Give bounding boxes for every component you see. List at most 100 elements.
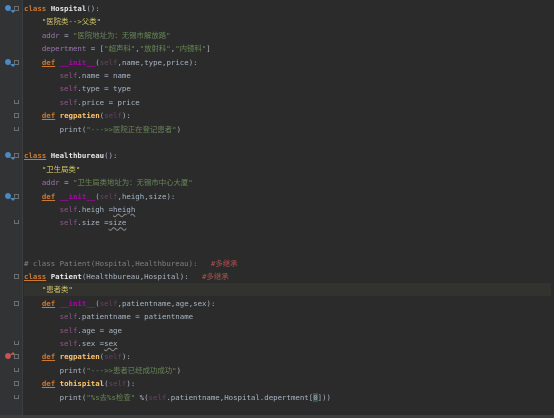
- code-line[interactable]: print("--->>医院正在登记患者"): [24, 123, 554, 136]
- code-line[interactable]: [24, 243, 554, 256]
- fold-end-icon[interactable]: [14, 126, 19, 131]
- code-line[interactable]: self.type = type: [24, 82, 554, 95]
- code-token: self: [59, 325, 78, 335]
- code-token: .patientname = patientname: [77, 312, 194, 322]
- code-line[interactable]: depertment = ["超声科","放射科","内镜科"]: [24, 42, 554, 55]
- fold-start-icon[interactable]: [14, 6, 19, 11]
- code-token: ,patientname,age,sex):: [117, 298, 216, 308]
- code-line[interactable]: def __init__(self,name,type,price):: [24, 56, 554, 69]
- code-line[interactable]: self.patientname = patientname: [24, 310, 554, 323]
- code-token: "放射科": [139, 44, 171, 54]
- code-line[interactable]: "医院类-->父类": [24, 15, 554, 28]
- overrides-method-icon[interactable]: [5, 352, 16, 362]
- code-line[interactable]: self.name = name: [24, 69, 554, 82]
- code-line[interactable]: class Hospital():: [24, 2, 554, 15]
- overridden-method-icon[interactable]: [5, 152, 16, 161]
- code-token: self: [104, 111, 122, 121]
- code-token: heigh: [113, 205, 136, 214]
- code-line[interactable]: class Patient(Healthbureau,Hospital): #多…: [24, 270, 554, 283]
- code-token: (: [104, 379, 109, 389]
- code-line[interactable]: print("%s去%s检查" %(self.patientname,Hospi…: [24, 391, 554, 404]
- code-line[interactable]: addr = "卫生局类地址为：无锡市中心大厦": [24, 176, 554, 189]
- code-token: self: [59, 218, 78, 228]
- code-token: self: [99, 191, 118, 201]
- fold-start-icon[interactable]: [14, 153, 19, 159]
- code-line[interactable]: self.size =size: [24, 216, 554, 229]
- code-line[interactable]: def regpatien(self):: [24, 350, 554, 363]
- code-line[interactable]: def __init__(self,patientname,age,sex):: [24, 297, 554, 310]
- code-token: self: [148, 392, 167, 402]
- overridden-method-icon[interactable]: [5, 5, 16, 14]
- code-token: .name = name: [77, 71, 131, 80]
- code-token: print: [59, 365, 82, 375]
- fold-end-icon[interactable]: [14, 367, 19, 372]
- code-token: regpatien: [59, 111, 100, 121]
- code-token: "卫生局类": [41, 164, 81, 174]
- fold-end-icon[interactable]: [14, 220, 19, 225]
- fold-start-icon[interactable]: [14, 300, 19, 306]
- code-line[interactable]: self.heigh =heigh: [24, 203, 554, 216]
- code-token: ,name,type,price):: [117, 57, 198, 67]
- fold-start-icon[interactable]: [14, 193, 19, 199]
- code-token: "超声科": [104, 44, 136, 54]
- fold-start-icon[interactable]: [14, 354, 19, 360]
- code-token: # class Patient(Hospital,Healthbureau):: [24, 258, 211, 268]
- fold-start-icon[interactable]: [14, 59, 19, 65]
- code-token: "内镜科": [175, 44, 207, 54]
- code-line[interactable]: [24, 230, 554, 243]
- code-token: self: [108, 379, 127, 389]
- code-line[interactable]: self.price = price: [24, 96, 554, 109]
- code-token: __init__: [59, 57, 96, 67]
- code-token: __init__: [59, 191, 96, 201]
- code-token: self: [59, 97, 78, 107]
- overridden-method-icon[interactable]: [5, 192, 16, 202]
- code-token: depertment: [41, 44, 87, 54]
- code-token: .type = type: [77, 84, 131, 94]
- code-token: = [: [86, 44, 105, 54]
- fold-end-icon[interactable]: [14, 394, 19, 399]
- code-line[interactable]: print("--->>患者已经成功成功"): [24, 364, 554, 377]
- code-line[interactable]: "患者类": [24, 283, 554, 297]
- fold-end-icon[interactable]: [14, 99, 19, 104]
- code-token: "--->>患者已经成功成功": [86, 365, 177, 375]
- code-line[interactable]: def __init__(self,heigh,size):: [24, 190, 554, 203]
- code-token: Hospital: [50, 4, 87, 13]
- fold-start-icon[interactable]: [14, 274, 19, 279]
- fold-start-icon[interactable]: [14, 113, 19, 119]
- code-token: (Healthbureau,Hospital):: [81, 272, 202, 281]
- code-line[interactable]: "卫生局类": [24, 163, 554, 176]
- code-token: def: [41, 352, 56, 362]
- code-line[interactable]: # class Patient(Hospital,Healthbureau): …: [24, 257, 554, 270]
- code-token: ):: [126, 379, 136, 389]
- code-token: #多继承: [202, 272, 229, 281]
- code-token: self: [104, 352, 122, 362]
- fold-end-icon[interactable]: [14, 341, 19, 345]
- code-line[interactable]: self.age = age: [24, 324, 554, 337]
- code-token: self: [99, 57, 118, 67]
- code-token: class: [24, 272, 47, 281]
- code-line[interactable]: self.sex =sex: [24, 337, 554, 350]
- overridden-method-icon[interactable]: [5, 58, 16, 68]
- fold-start-icon[interactable]: [14, 381, 19, 387]
- code-token: size: [108, 218, 127, 228]
- code-token: ():: [86, 4, 100, 13]
- code-line[interactable]: def tohispital(self):: [24, 377, 554, 390]
- code-editor[interactable]: class Hospital(): "医院类-->父类" addr = "医院地…: [0, 0, 554, 418]
- code-line[interactable]: [24, 136, 554, 149]
- code-line[interactable]: addr = "医院地址为：无锡市解放路": [24, 29, 554, 42]
- code-area[interactable]: class Hospital(): "医院类-->父类" addr = "医院地…: [24, 0, 554, 418]
- code-line[interactable]: def regpatien(self):: [24, 109, 554, 122]
- code-token: addr: [41, 178, 60, 188]
- code-line[interactable]: class Healthbureau():: [24, 149, 554, 162]
- code-token: self: [59, 205, 78, 214]
- code-token: self: [99, 298, 118, 308]
